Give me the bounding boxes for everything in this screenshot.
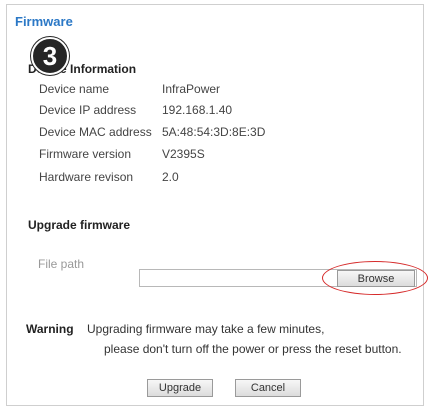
browse-button[interactable]: Browse: [337, 270, 415, 287]
firmware-version-label: Firmware version: [39, 147, 132, 161]
ip-address-label: Device IP address: [39, 103, 137, 117]
firmware-version-value: V2395S: [162, 147, 205, 161]
cancel-button[interactable]: Cancel: [235, 379, 301, 397]
mac-address-value: 5A:48:54:3D:8E:3D: [162, 125, 266, 139]
step-number-badge: 3: [31, 37, 69, 75]
mac-address-label: Device MAC address: [39, 125, 152, 139]
warning-label: Warning: [26, 322, 74, 336]
hardware-revision-label: Hardware revison: [39, 170, 134, 184]
warning-text-line-2: please don't turn off the power or press…: [104, 342, 402, 356]
device-name-label: Device name: [39, 82, 110, 96]
hardware-revision-value: 2.0: [162, 170, 179, 184]
upgrade-firmware-heading: Upgrade firmware: [28, 218, 131, 232]
page-title: Firmware: [15, 14, 73, 29]
upgrade-button[interactable]: Upgrade: [147, 379, 213, 397]
ip-address-value: 192.168.1.40: [162, 103, 233, 117]
warning-text-line-1: Upgrading firmware may take a few minute…: [87, 322, 325, 336]
file-path-label: File path: [38, 257, 85, 271]
device-name-value: InfraPower: [162, 82, 221, 96]
